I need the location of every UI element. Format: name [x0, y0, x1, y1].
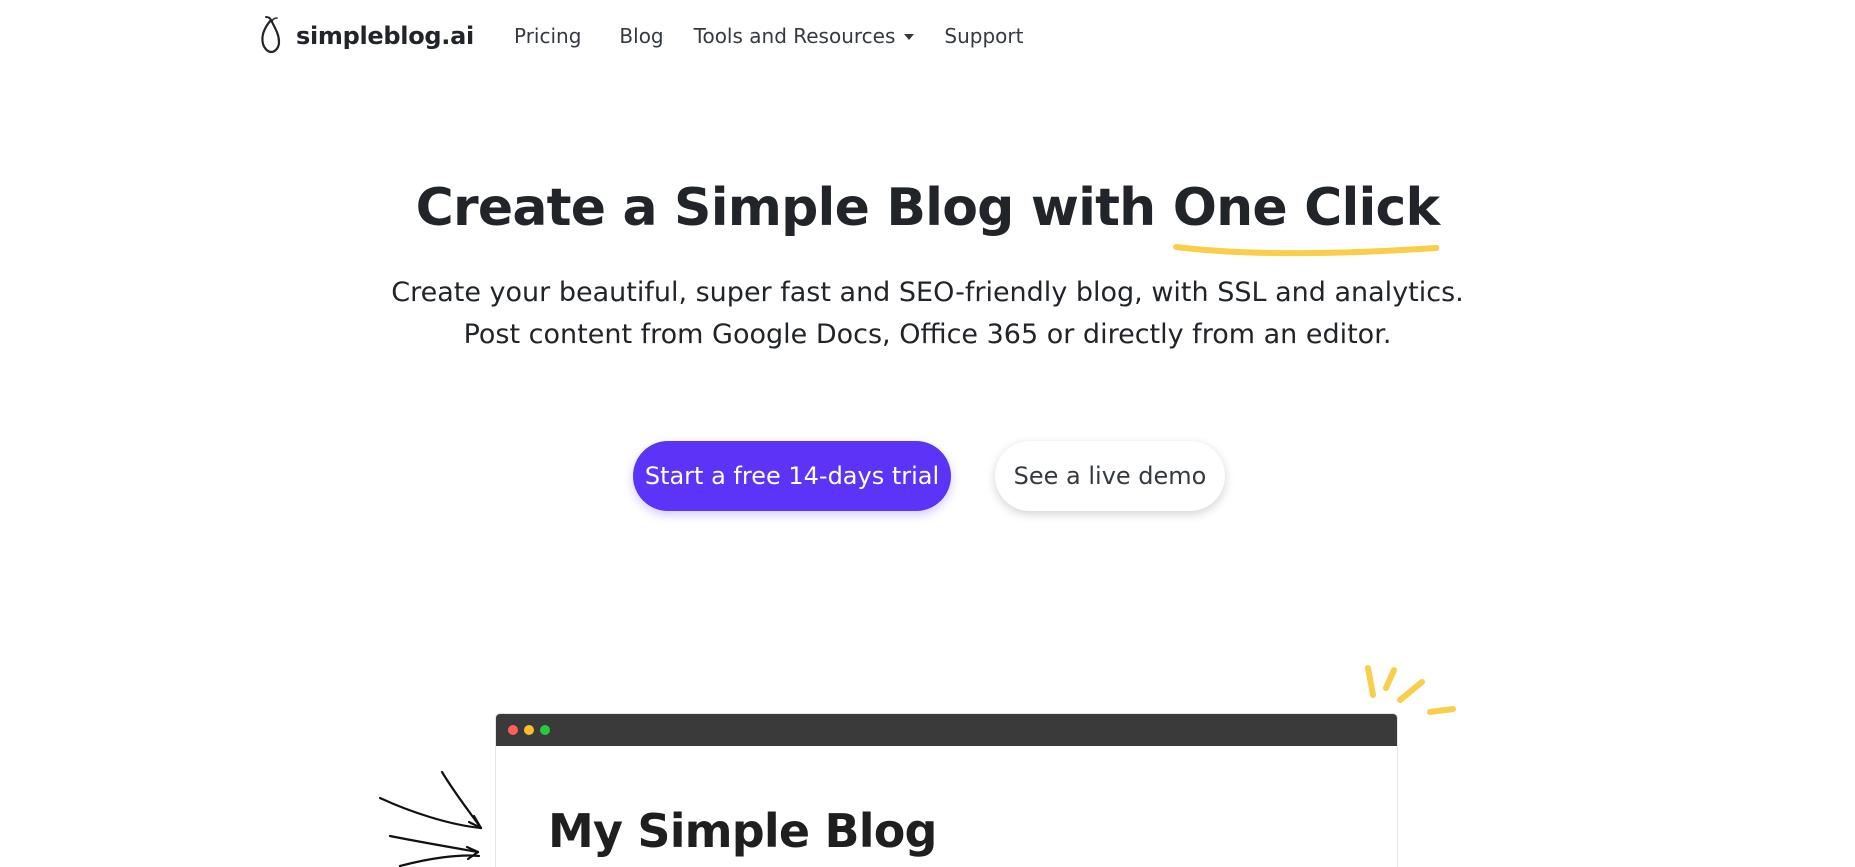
mockup-blog-title: My Simple Blog	[548, 804, 937, 858]
cta-row: Start a free 14-days trial See a live de…	[0, 441, 1855, 511]
start-free-trial-button[interactable]: Start a free 14-days trial	[633, 441, 951, 511]
main-nav: Pricing Blog Tools and Resources Support	[514, 22, 1061, 50]
browser-mockup-titlebar	[496, 714, 1397, 746]
nav-link-support[interactable]: Support	[944, 24, 1023, 48]
hero-subtitle-line-1: Create your beautiful, super fast and SE…	[391, 277, 1464, 308]
browser-mockup: My Simple Blog	[495, 713, 1398, 867]
sparkle-icon	[1365, 665, 1456, 715]
hero-subtitle-line-2: Post content from Google Docs, Office 36…	[463, 319, 1392, 350]
hero-subtitle: Create your beautiful, super fast and SE…	[0, 272, 1855, 356]
nav-link-tools-label: Tools and Resources	[693, 24, 896, 48]
nav-link-blog[interactable]: Blog	[619, 24, 663, 48]
hero-title-highlight: One Click	[1172, 172, 1440, 257]
hero-title-highlight-text: One Click	[1172, 178, 1440, 238]
window-maximize-dot	[540, 725, 550, 735]
hero-title-prefix: Create a Simple Blog with	[415, 178, 1173, 238]
brand-name: simpleblog.ai	[296, 22, 474, 50]
nav-dropdown-tools-and-resources[interactable]: Tools and Resources	[694, 24, 915, 48]
leaf-icon	[261, 16, 281, 54]
window-minimize-dot	[524, 725, 534, 735]
see-live-demo-button[interactable]: See a live demo	[995, 441, 1225, 511]
hero-title: Create a Simple Blog with One Click	[0, 172, 1855, 257]
hand-drawn-arrows-icon	[378, 770, 483, 867]
caret-down-icon	[904, 34, 915, 40]
nav-link-pricing[interactable]: Pricing	[514, 24, 581, 48]
brand-logo-link[interactable]: simpleblog.ai	[258, 16, 474, 56]
yellow-underline-decoration	[1172, 244, 1440, 257]
top-navbar: simpleblog.ai Pricing Blog Tools and Res…	[0, 0, 1855, 72]
window-close-dot	[508, 725, 518, 735]
